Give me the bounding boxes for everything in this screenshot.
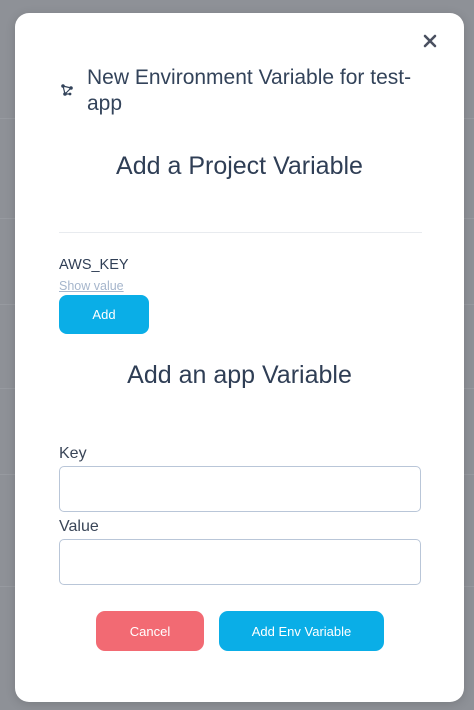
app-variable-heading: Add an app Variable	[127, 361, 352, 389]
value-input[interactable]	[59, 539, 421, 585]
value-label: Value	[59, 518, 99, 535]
add-project-variable-button[interactable]: Add	[59, 295, 149, 334]
new-env-variable-modal: New Environment Variable for test-app Ad…	[15, 13, 464, 702]
cancel-button[interactable]: Cancel	[96, 611, 204, 651]
close-icon[interactable]	[418, 29, 442, 53]
modal-header: New Environment Variable for test-app	[59, 65, 429, 117]
close-icon-glyph	[423, 34, 437, 48]
key-label: Key	[59, 445, 87, 462]
connection-nodes-icon	[61, 84, 73, 96]
section-divider	[59, 232, 422, 233]
key-input[interactable]	[59, 466, 421, 512]
add-env-variable-button[interactable]: Add Env Variable	[219, 611, 384, 651]
project-variable-heading: Add a Project Variable	[116, 152, 363, 180]
project-variable-key: AWS_KEY	[59, 257, 129, 273]
show-value-link[interactable]: Show value	[59, 279, 124, 293]
modal-title: New Environment Variable for test-app	[87, 66, 412, 115]
